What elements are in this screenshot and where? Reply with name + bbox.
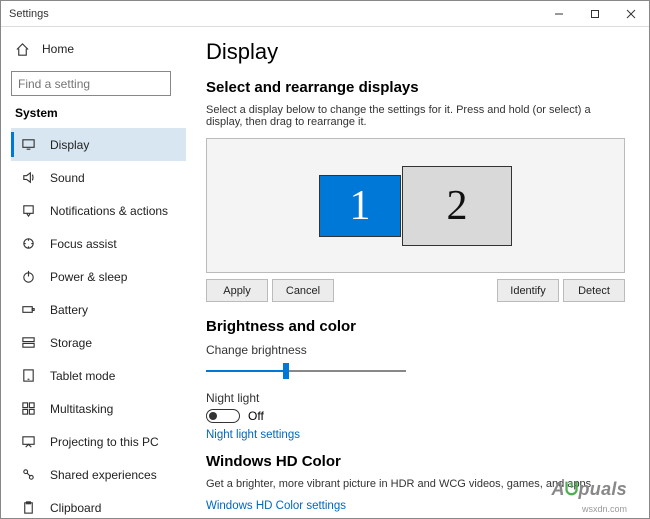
focus-icon bbox=[21, 236, 36, 251]
display-2[interactable]: 2 bbox=[402, 166, 512, 246]
source-text: wsxdn.com bbox=[582, 504, 627, 514]
home-link[interactable]: Home bbox=[11, 35, 186, 63]
brightness-label: Change brightness bbox=[206, 343, 625, 357]
rearrange-header: Select and rearrange displays bbox=[206, 79, 625, 96]
home-icon bbox=[15, 42, 30, 57]
sidebar-item-storage[interactable]: Storage bbox=[11, 326, 186, 359]
nav-list[interactable]: Display Sound Notifications & actions Focus… bbox=[11, 128, 186, 518]
tablet-icon bbox=[21, 368, 36, 383]
sidebar-item-label: Shared experiences bbox=[50, 468, 157, 482]
multi-icon bbox=[21, 401, 36, 416]
sidebar-item-label: Projecting to this PC bbox=[50, 435, 159, 449]
power-icon bbox=[21, 269, 36, 284]
left-pane: Home System Display Sound Notifications & … bbox=[1, 27, 186, 518]
close-button[interactable] bbox=[613, 1, 649, 27]
sidebar-item-label: Storage bbox=[50, 336, 92, 350]
shared-icon bbox=[21, 467, 36, 482]
cancel-button[interactable]: Cancel bbox=[272, 279, 334, 302]
detect-button[interactable]: Detect bbox=[563, 279, 625, 302]
search-field[interactable] bbox=[18, 77, 173, 91]
display-icon bbox=[21, 137, 36, 152]
sidebar-item-label: Sound bbox=[50, 171, 85, 185]
brightness-header: Brightness and color bbox=[206, 318, 625, 335]
sidebar-item-label: Clipboard bbox=[50, 501, 101, 515]
rearrange-desc: Select a display below to change the set… bbox=[206, 104, 625, 128]
storage-icon bbox=[21, 335, 36, 350]
sidebar-item-notifications-actions[interactable]: Notifications & actions bbox=[11, 194, 186, 227]
sidebar-item-power-sleep[interactable]: Power & sleep bbox=[11, 260, 186, 293]
search-input[interactable] bbox=[11, 71, 171, 96]
sidebar-item-label: Power & sleep bbox=[50, 270, 127, 284]
sidebar-item-sound[interactable]: Sound bbox=[11, 161, 186, 194]
project-icon bbox=[21, 434, 36, 449]
titlebar: Settings bbox=[1, 1, 649, 27]
display-1[interactable]: 1 bbox=[319, 175, 401, 237]
sidebar-item-shared-experiences[interactable]: Shared experiences bbox=[11, 458, 186, 491]
sidebar-item-label: Notifications & actions bbox=[50, 204, 168, 218]
nightlight-state: Off bbox=[248, 409, 264, 423]
battery-icon bbox=[21, 302, 36, 317]
home-label: Home bbox=[42, 42, 74, 56]
maximize-button[interactable] bbox=[577, 1, 613, 27]
section-header: System bbox=[11, 106, 186, 120]
minimize-button[interactable] bbox=[541, 1, 577, 27]
clip-icon bbox=[21, 500, 36, 515]
toggle-switch[interactable] bbox=[206, 409, 240, 423]
nightlight-settings-link[interactable]: Night light settings bbox=[206, 429, 625, 441]
sidebar-item-label: Display bbox=[50, 138, 89, 152]
sidebar-item-display[interactable]: Display bbox=[11, 128, 186, 161]
sound-icon bbox=[21, 170, 36, 185]
nightlight-label: Night light bbox=[206, 391, 625, 405]
identify-button[interactable]: Identify bbox=[497, 279, 559, 302]
watermark: Aᕫpuals bbox=[552, 479, 627, 500]
sidebar-item-projecting-to-this-pc[interactable]: Projecting to this PC bbox=[11, 425, 186, 458]
nightlight-toggle[interactable]: Off bbox=[206, 409, 625, 423]
sidebar-item-clipboard[interactable]: Clipboard bbox=[11, 491, 186, 518]
page-title: Display bbox=[206, 39, 625, 65]
brightness-slider[interactable] bbox=[206, 361, 406, 381]
arrange-button-row: Apply Cancel Identify Detect bbox=[206, 279, 625, 302]
slider-thumb[interactable] bbox=[283, 363, 289, 379]
sidebar-item-multitasking[interactable]: Multitasking bbox=[11, 392, 186, 425]
main-content[interactable]: Display Select and rearrange displays Se… bbox=[186, 27, 649, 518]
sidebar-item-tablet-mode[interactable]: Tablet mode bbox=[11, 359, 186, 392]
sidebar-item-label: Multitasking bbox=[50, 402, 113, 416]
hdcolor-settings-link[interactable]: Windows HD Color settings bbox=[206, 500, 625, 512]
apply-button[interactable]: Apply bbox=[206, 279, 268, 302]
display-arrange-area[interactable]: 1 2 bbox=[206, 138, 625, 273]
sidebar-item-focus-assist[interactable]: Focus assist bbox=[11, 227, 186, 260]
window-title: Settings bbox=[9, 8, 541, 20]
sidebar-item-label: Battery bbox=[50, 303, 88, 317]
sidebar-item-label: Focus assist bbox=[50, 237, 117, 251]
hdcolor-header: Windows HD Color bbox=[206, 453, 625, 470]
sidebar-item-battery[interactable]: Battery bbox=[11, 293, 186, 326]
sidebar-item-label: Tablet mode bbox=[50, 369, 115, 383]
notif-icon bbox=[21, 203, 36, 218]
